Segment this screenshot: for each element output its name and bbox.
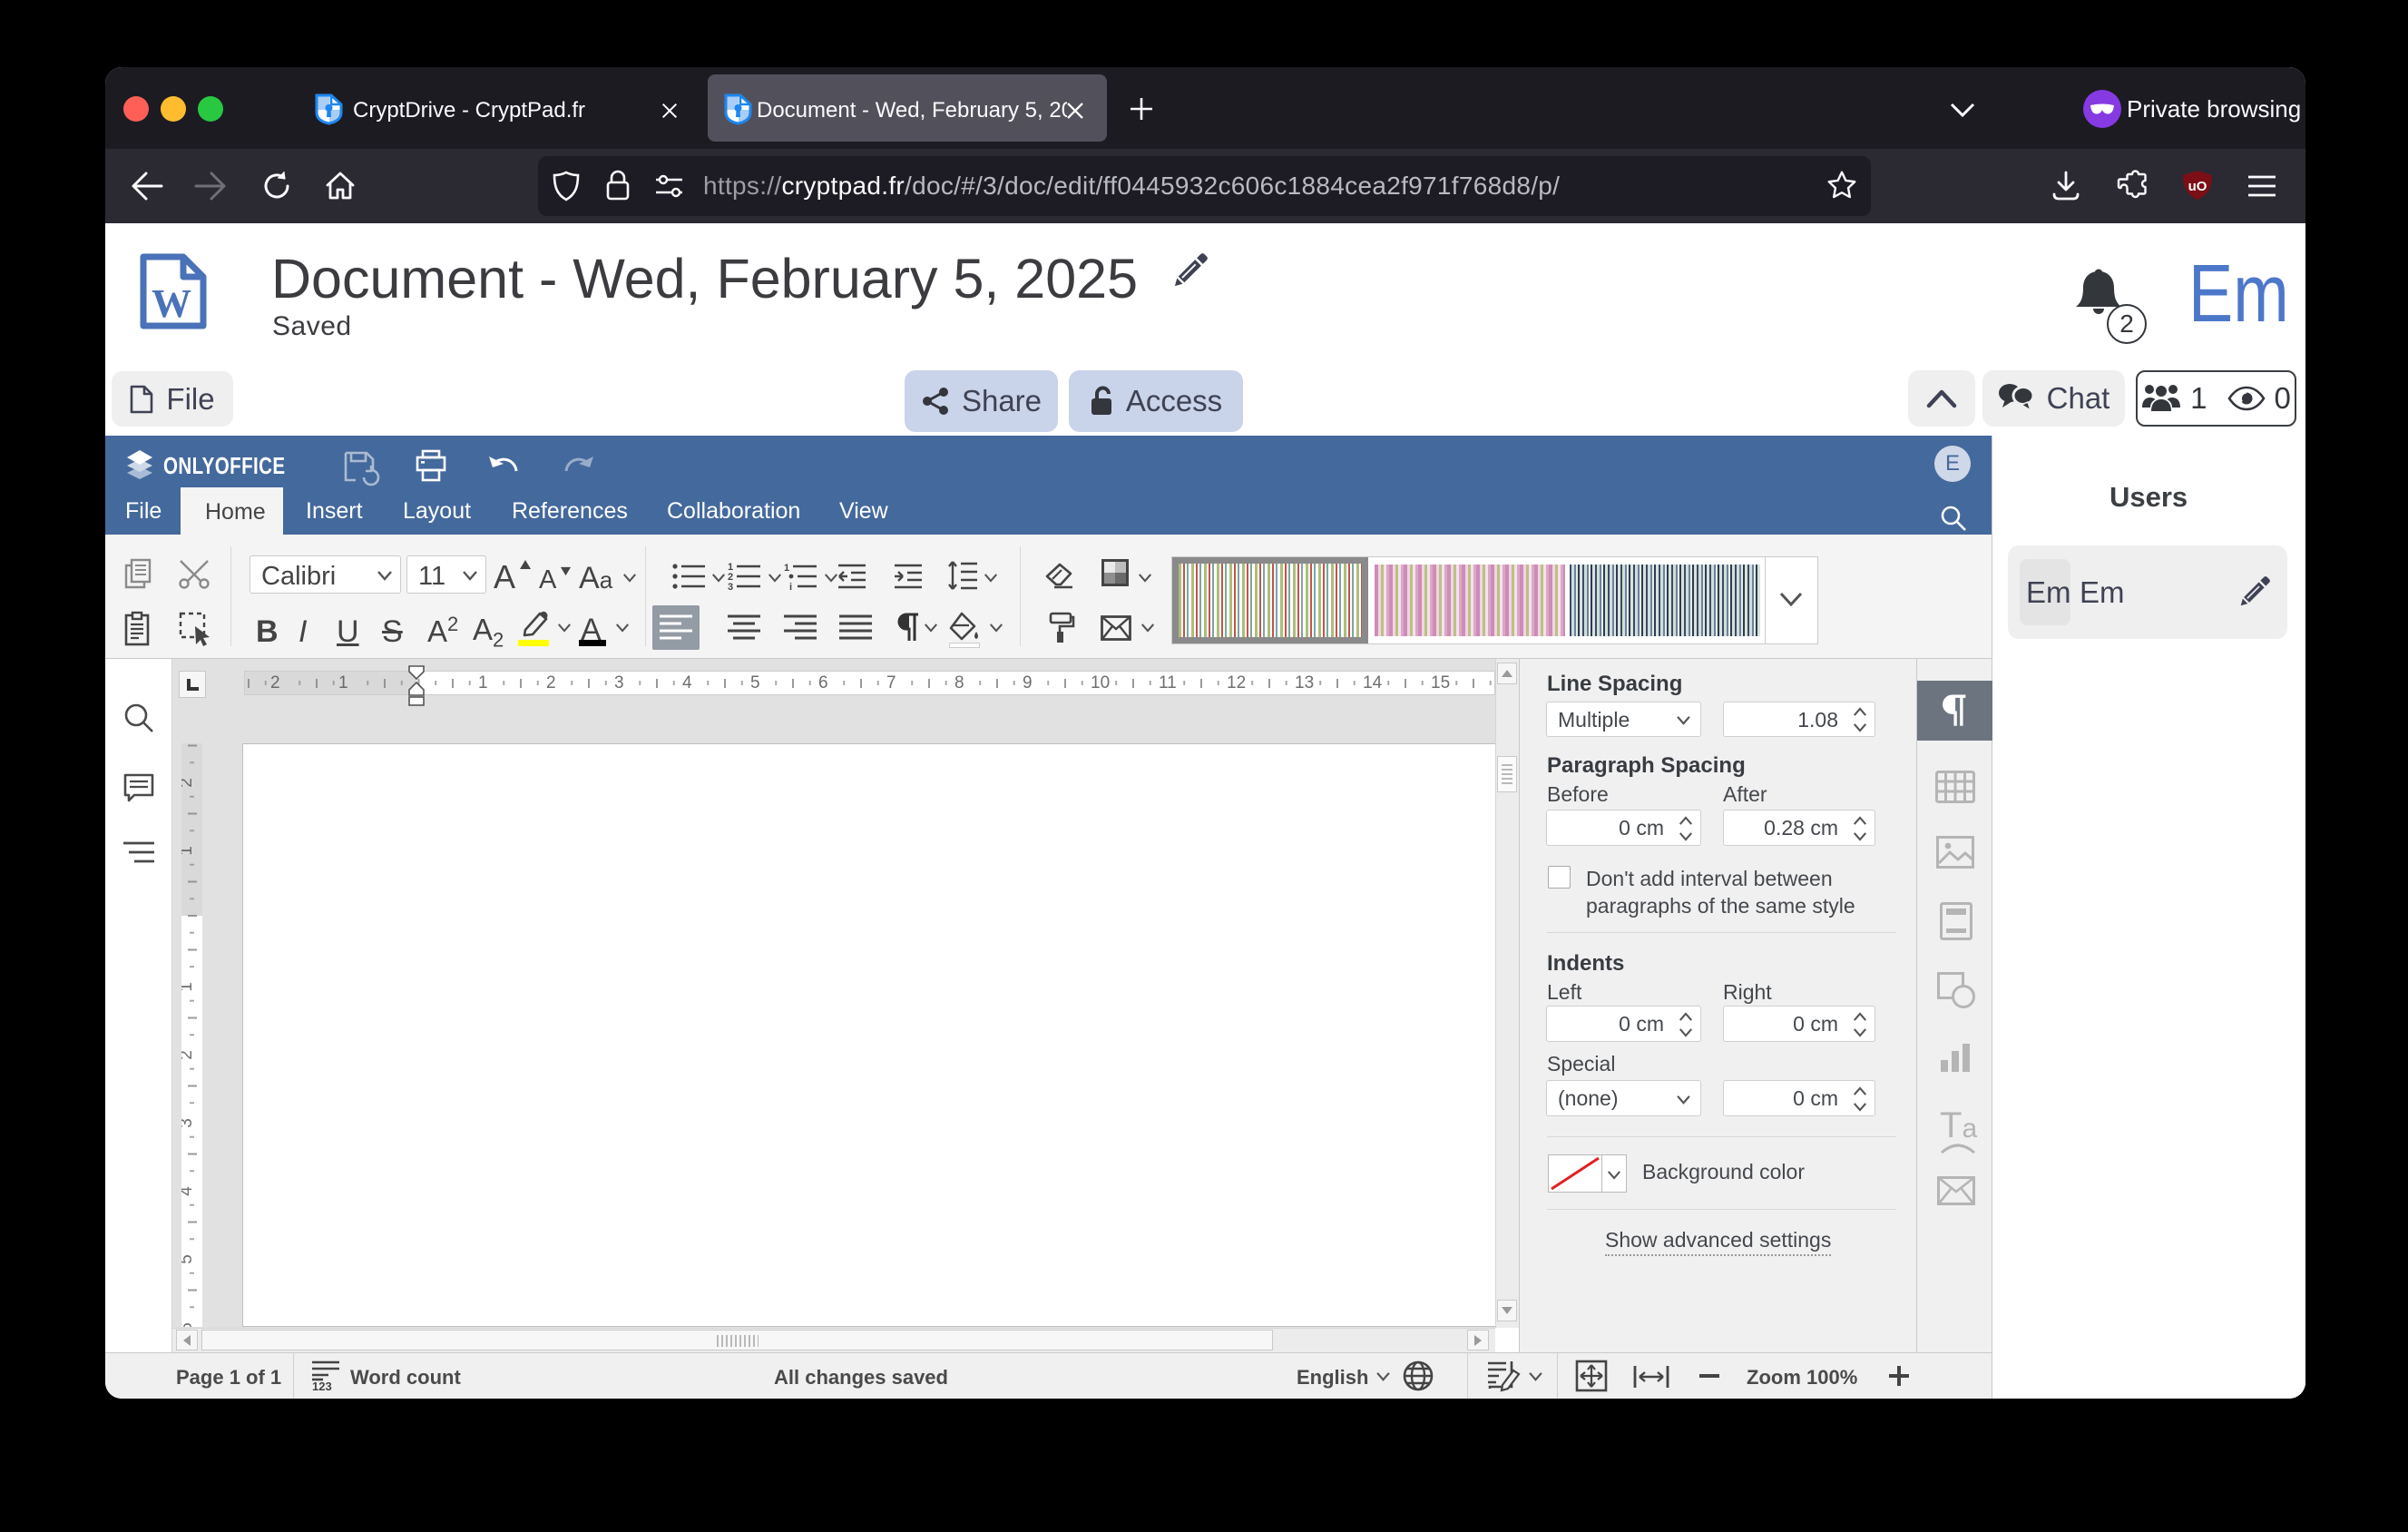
svg-text:uO: uO: [2188, 179, 2207, 194]
svg-text:123: 123: [312, 1380, 332, 1393]
svg-text:i: i: [789, 582, 792, 593]
svg-text:W: W: [152, 281, 191, 326]
svg-text:3: 3: [728, 582, 733, 593]
svg-text:1: 1: [784, 563, 789, 574]
